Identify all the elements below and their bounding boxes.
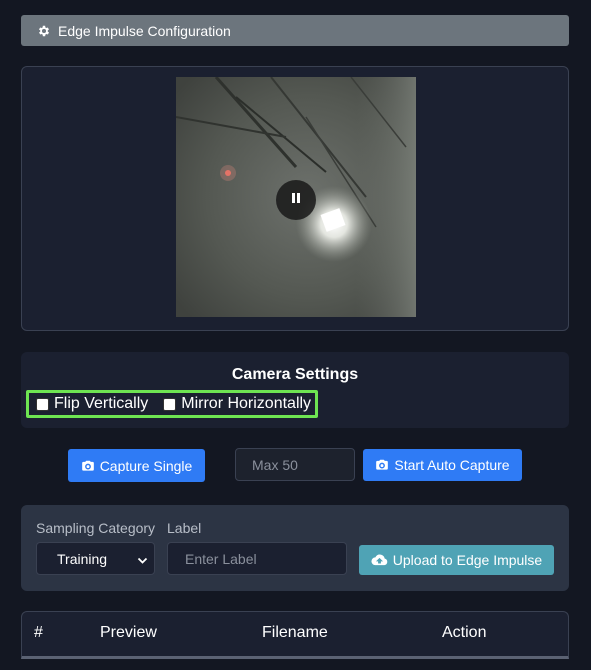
cloud-upload-icon — [371, 553, 388, 567]
sampling-category-value: Training — [57, 550, 108, 567]
camera-settings-panel: Camera Settings Flip Vertically Mirror H… — [21, 352, 569, 428]
camera-icon — [81, 459, 95, 473]
app-root: Edge Impulse Configuration Camera Settin… — [0, 0, 591, 670]
mirror-horizontally-label: Mirror Horizontally — [181, 395, 312, 412]
column-header-filename: Filename — [262, 624, 328, 641]
max-capture-placeholder: Max 50 — [252, 456, 298, 473]
capture-single-button[interactable]: Capture Single — [68, 449, 205, 482]
upload-label: Upload to Edge Impulse — [392, 552, 543, 568]
gear-icon — [37, 24, 51, 38]
flip-vertically-option[interactable]: Flip Vertically — [29, 395, 148, 413]
camera-icon — [375, 458, 389, 472]
label-input-placeholder: Enter Label — [185, 550, 257, 567]
pause-button[interactable] — [276, 180, 316, 220]
start-auto-capture-label: Start Auto Capture — [394, 457, 510, 473]
flip-vertically-label: Flip Vertically — [54, 395, 149, 412]
camera-settings-title: Camera Settings — [231, 366, 359, 383]
start-auto-capture-button[interactable]: Start Auto Capture — [363, 449, 522, 481]
sampling-category-label: Sampling Category — [36, 520, 156, 536]
column-header-action: Action — [442, 624, 487, 641]
config-title: Edge Impulse Configuration — [58, 22, 231, 39]
label-input[interactable]: Enter Label — [167, 542, 347, 575]
column-header-preview: Preview — [100, 624, 157, 641]
camera-panel — [21, 66, 569, 331]
upload-to-edge-impulse-button[interactable]: Upload to Edge Impulse — [359, 545, 554, 575]
mirror-horizontally-option[interactable]: Mirror Horizontally — [148, 395, 311, 413]
camera-settings-options: Flip Vertically Mirror Horizontally — [26, 390, 318, 418]
column-header-number: # — [34, 624, 43, 641]
flip-vertically-checkbox[interactable] — [36, 397, 49, 411]
sampling-category-select[interactable]: Training — [36, 542, 155, 575]
pause-icon — [291, 191, 301, 209]
captures-table-header: # Preview Filename Action — [21, 611, 569, 659]
upload-panel: Sampling Category Label Training Enter L… — [21, 505, 569, 591]
max-capture-input[interactable]: Max 50 — [235, 448, 355, 481]
chevron-down-icon — [137, 553, 148, 564]
mirror-horizontally-checkbox[interactable] — [163, 397, 177, 411]
label-field-label: Label — [167, 520, 202, 536]
capture-single-label: Capture Single — [99, 457, 193, 474]
edge-impulse-config-toggle[interactable]: Edge Impulse Configuration — [21, 15, 569, 46]
